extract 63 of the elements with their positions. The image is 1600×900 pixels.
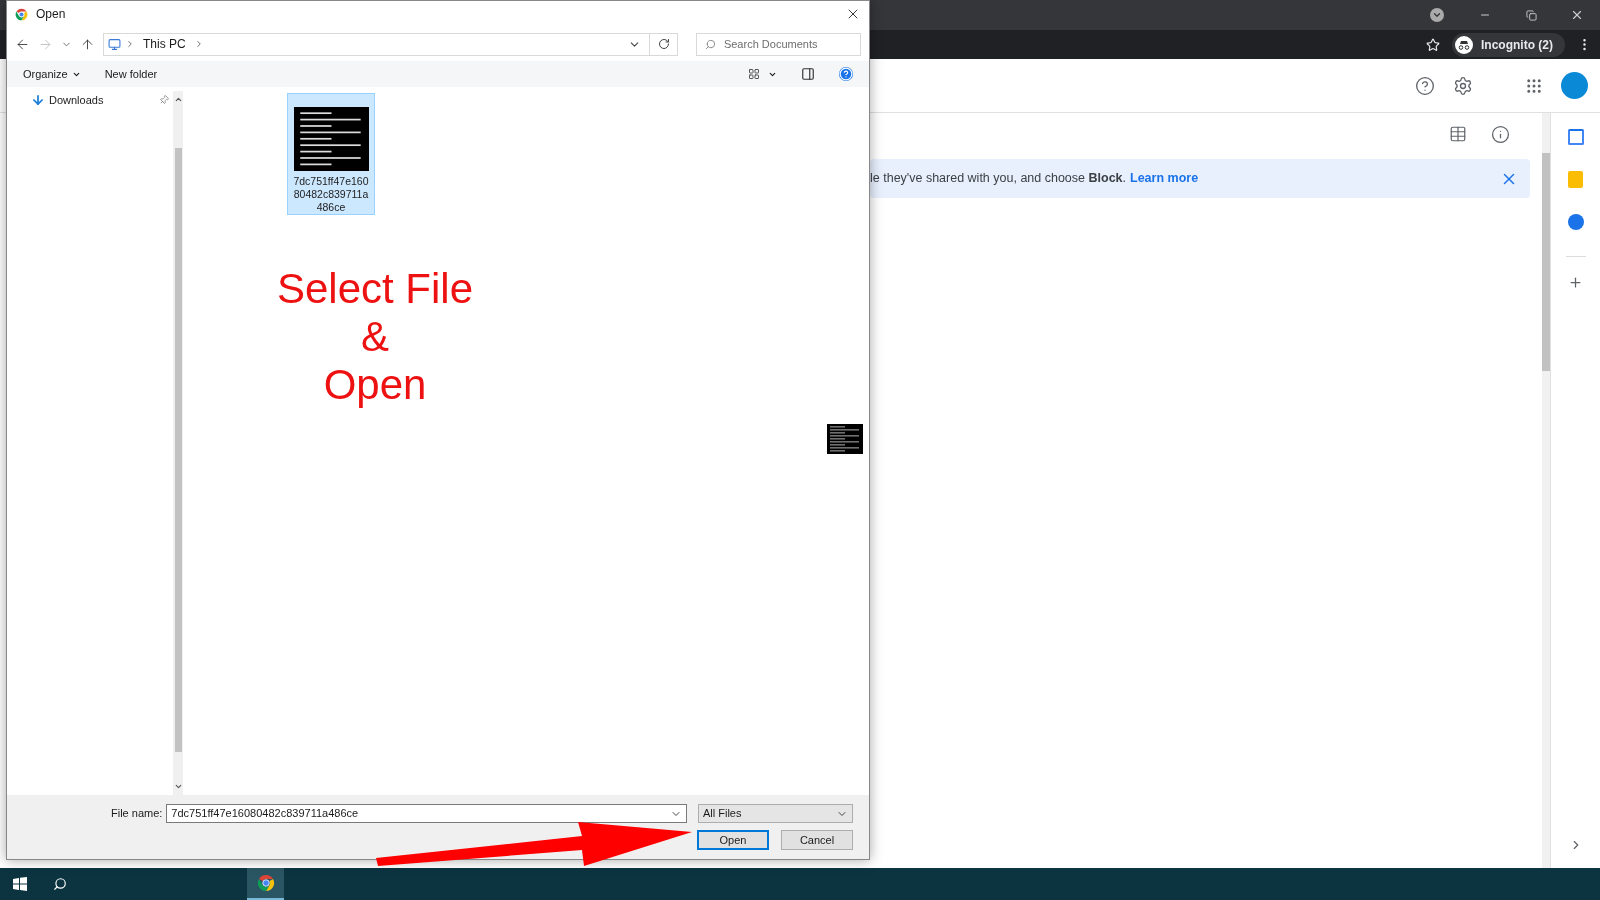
- apps-button[interactable]: [1525, 76, 1543, 95]
- breadcrumb[interactable]: This PC: [139, 35, 190, 53]
- details-button[interactable]: [1491, 124, 1510, 144]
- chevron-up-icon: [173, 95, 183, 104]
- address-bar[interactable]: This PC: [103, 32, 651, 56]
- settings-button[interactable]: [1453, 75, 1473, 96]
- cancel-button[interactable]: Cancel: [781, 830, 853, 850]
- file-name-field[interactable]: 7dc751ff47e16080482c839711a486ce: [166, 804, 687, 823]
- account-avatar[interactable]: [1561, 72, 1588, 99]
- close-icon: [1570, 8, 1584, 22]
- chevron-down-icon: [1432, 10, 1442, 20]
- windows-logo-icon: [13, 877, 27, 891]
- calendar-icon[interactable]: [1567, 129, 1584, 145]
- computer-icon: [108, 37, 121, 51]
- chrome-logo-icon: [15, 7, 28, 21]
- back-button[interactable]: [15, 36, 30, 52]
- tab-search-button[interactable]: [1430, 8, 1444, 22]
- up-button[interactable]: [80, 36, 95, 52]
- apps-grid-icon: [1525, 76, 1543, 95]
- preview-pane-icon: [801, 67, 815, 81]
- help-button[interactable]: [1415, 75, 1435, 96]
- refresh-button[interactable]: [650, 32, 678, 56]
- incognito-chip[interactable]: Incognito (2): [1452, 32, 1565, 57]
- view-icon: [748, 68, 760, 80]
- file-name-label: File name:: [111, 806, 163, 822]
- annotation-text: &: [361, 313, 389, 361]
- refresh-icon: [657, 38, 670, 50]
- scrollbar[interactable]: [173, 91, 183, 795]
- new-folder-button[interactable]: New folder: [104, 65, 158, 83]
- preview-pane-button[interactable]: [801, 67, 815, 81]
- settings-icon: [1453, 75, 1473, 96]
- chevron-icon: [125, 39, 135, 49]
- annotation-text: Select File: [276, 265, 474, 313]
- organize-button[interactable]: Organize: [23, 65, 81, 83]
- restore-icon: [1525, 9, 1537, 21]
- info-icon: [1491, 124, 1510, 144]
- search-icon: [53, 877, 67, 891]
- grid-icon: [1449, 125, 1467, 143]
- incognito-icon: [1457, 39, 1471, 50]
- download-arrow-icon: [31, 93, 45, 107]
- chevron-down-icon: [173, 782, 183, 791]
- chrome-taskbar-button[interactable]: [247, 868, 284, 900]
- view-options-button[interactable]: [748, 68, 777, 80]
- search-icon: [704, 38, 716, 50]
- star-icon: [1426, 37, 1440, 52]
- plus-icon: [1568, 275, 1583, 290]
- grid-view-button[interactable]: [1449, 125, 1467, 143]
- annotation-text: Open: [323, 361, 427, 409]
- search-field[interactable]: Search Documents: [695, 32, 861, 56]
- file-type-dropdown[interactable]: All Files: [698, 804, 853, 823]
- bookmark-star-button[interactable]: [1426, 37, 1440, 52]
- help-icon: [1415, 75, 1435, 96]
- file-tile[interactable]: 7dc751ff47e16080482c839711a486ce: [287, 93, 375, 215]
- help-icon: [839, 67, 853, 81]
- page-scrollbar[interactable]: [1542, 113, 1550, 868]
- banner-text: le they've shared with you, and choose Block.: [870, 170, 1127, 188]
- add-button[interactable]: [1568, 275, 1583, 290]
- chrome-logo-icon: [256, 874, 275, 892]
- nav-item[interactable]: Downloads: [31, 91, 173, 109]
- open-button[interactable]: Open: [697, 830, 769, 850]
- learn-more-link[interactable]: Learn more: [1130, 169, 1199, 188]
- window-title: Open: [36, 6, 66, 23]
- tasks-icon[interactable]: [1567, 214, 1584, 230]
